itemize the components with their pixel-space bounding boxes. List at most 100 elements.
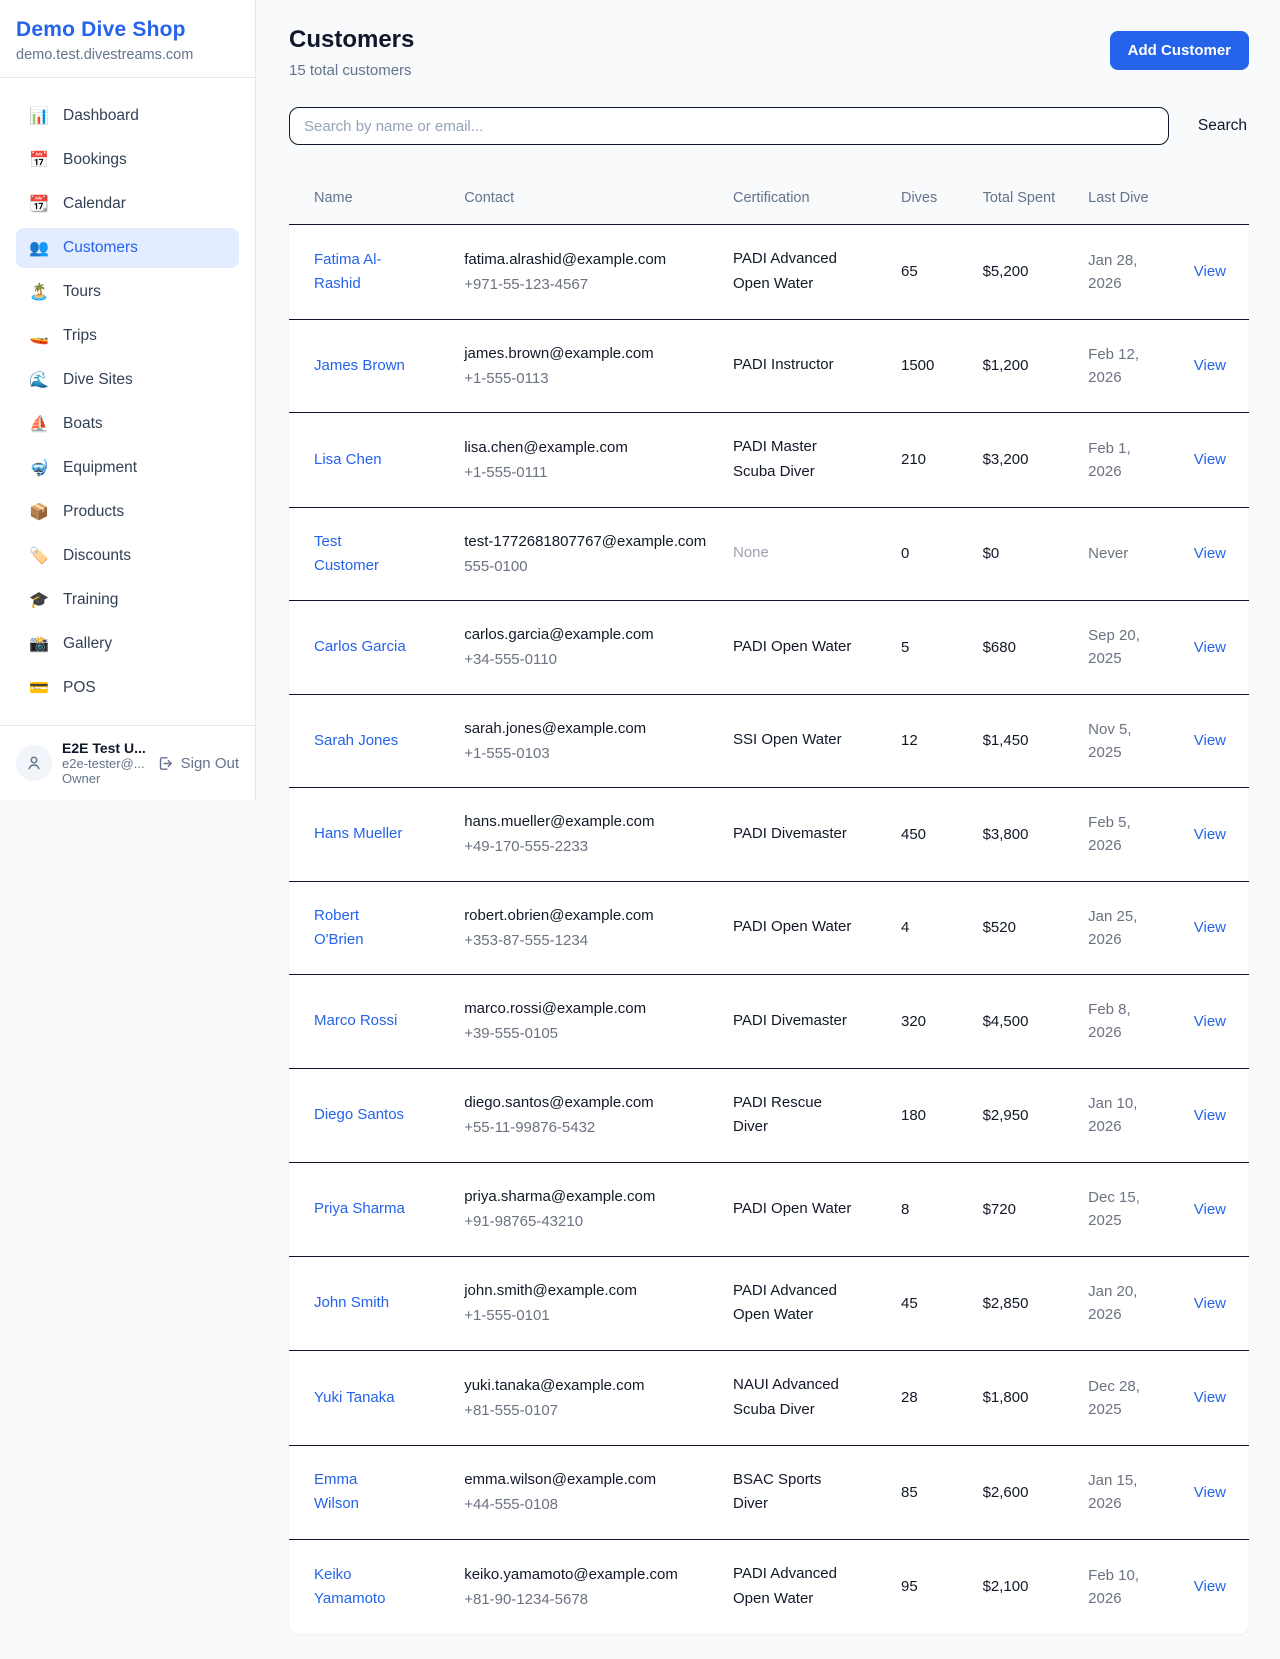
user-icon: [25, 754, 43, 772]
sidebar-item-dive-sites[interactable]: 🌊 Dive Sites: [16, 360, 239, 400]
customer-name-link[interactable]: Keiko Yamamoto: [314, 1563, 406, 1611]
customer-email: lisa.chen@example.com: [464, 436, 709, 459]
user-email: e2e-tester@...: [62, 756, 147, 771]
customer-last-dive: Feb 12, 2026: [1088, 343, 1158, 390]
tear-off-calendar-icon: 📆: [28, 194, 50, 214]
sidebar-footer: E2E Test U... e2e-tester@... Owner Sign …: [0, 725, 255, 800]
view-link[interactable]: View: [1194, 919, 1226, 936]
customer-name-link[interactable]: Robert O'Brien: [314, 904, 406, 952]
customer-last-dive: Jan 20, 2026: [1088, 1280, 1158, 1327]
customer-last-dive: Feb 10, 2026: [1088, 1564, 1158, 1611]
view-link[interactable]: View: [1194, 1295, 1226, 1312]
search-button[interactable]: Search: [1196, 109, 1249, 143]
table-row: John Smith john.smith@example.com +1-555…: [289, 1256, 1249, 1351]
customer-email: robert.obrien@example.com: [464, 904, 709, 927]
view-link[interactable]: View: [1194, 1484, 1226, 1501]
view-link[interactable]: View: [1194, 1013, 1226, 1030]
sidebar-item-dashboard[interactable]: 📊 Dashboard: [16, 96, 239, 136]
package-icon: 📦: [28, 502, 50, 522]
customer-certification: PADI Advanced Open Water: [733, 1279, 853, 1329]
customer-phone: +39-555-0105: [464, 1022, 709, 1045]
customer-total-spent: $1,200: [971, 319, 1077, 413]
page-header: Customers 15 total customers Add Custome…: [289, 26, 1249, 79]
view-link[interactable]: View: [1194, 545, 1226, 562]
view-link[interactable]: View: [1194, 1389, 1226, 1406]
sidebar-item-training[interactable]: 🎓 Training: [16, 580, 239, 620]
customer-total-spent: $680: [971, 601, 1077, 695]
customer-certification: PADI Divemaster: [733, 1009, 847, 1034]
customer-dives: 4: [889, 881, 971, 975]
sidebar-item-calendar[interactable]: 📆 Calendar: [16, 184, 239, 224]
customer-name-link[interactable]: Fatima Al-Rashid: [314, 248, 406, 296]
customer-name-link[interactable]: Yuki Tanaka: [314, 1386, 395, 1410]
sidebar-item-boats[interactable]: ⛵ Boats: [16, 404, 239, 444]
customer-name-link[interactable]: Carlos Garcia: [314, 635, 406, 659]
customer-name-link[interactable]: James Brown: [314, 354, 405, 378]
customer-name-link[interactable]: Diego Santos: [314, 1103, 404, 1127]
customer-phone: +353-87-555-1234: [464, 929, 709, 952]
sidebar-item-discounts[interactable]: 🏷️ Discounts: [16, 536, 239, 576]
table-row: Marco Rossi marco.rossi@example.com +39-…: [289, 975, 1249, 1069]
customer-dives: 28: [889, 1351, 971, 1446]
customer-name-link[interactable]: Sarah Jones: [314, 729, 398, 753]
sidebar-item-pos[interactable]: 💳 POS: [16, 668, 239, 708]
shop-domain: demo.test.divestreams.com: [16, 47, 239, 63]
view-link[interactable]: View: [1194, 451, 1226, 468]
view-link[interactable]: View: [1194, 1201, 1226, 1218]
customer-email: carlos.garcia@example.com: [464, 623, 709, 646]
logout-icon: [157, 755, 174, 772]
user-info: E2E Test U... e2e-tester@... Owner: [62, 740, 147, 786]
customer-name-link[interactable]: Marco Rossi: [314, 1009, 397, 1033]
page-title: Customers: [289, 26, 414, 54]
view-link[interactable]: View: [1194, 826, 1226, 843]
customer-total-spent: $4,500: [971, 975, 1077, 1069]
wave-icon: 🌊: [28, 370, 50, 390]
sidebar-item-customers[interactable]: 👥 Customers: [16, 228, 239, 268]
add-customer-button[interactable]: Add Customer: [1110, 31, 1249, 70]
search-input[interactable]: [289, 107, 1169, 145]
table-row: Hans Mueller hans.mueller@example.com +4…: [289, 788, 1249, 882]
sidebar-item-trips[interactable]: 🚤 Trips: [16, 316, 239, 356]
customer-phone: +91-98765-43210: [464, 1210, 709, 1233]
customer-email: emma.wilson@example.com: [464, 1468, 709, 1491]
table-row: Sarah Jones sarah.jones@example.com +1-5…: [289, 694, 1249, 788]
sidebar-item-equipment[interactable]: 🤿 Equipment: [16, 448, 239, 488]
customer-dives: 65: [889, 225, 971, 320]
customer-name-link[interactable]: Hans Mueller: [314, 822, 402, 846]
table-row: Emma Wilson emma.wilson@example.com +44-…: [289, 1445, 1249, 1540]
view-link[interactable]: View: [1194, 639, 1226, 656]
customer-name-link[interactable]: Emma Wilson: [314, 1468, 406, 1516]
customer-certification: PADI Advanced Open Water: [733, 247, 853, 297]
view-link[interactable]: View: [1194, 1107, 1226, 1124]
customer-phone: +55-11-99876-5432: [464, 1116, 709, 1139]
sidebar-item-gallery[interactable]: 📸 Gallery: [16, 624, 239, 664]
sidebar-item-products[interactable]: 📦 Products: [16, 492, 239, 532]
customer-name-link[interactable]: Priya Sharma: [314, 1197, 405, 1221]
column-header-actions: [1182, 173, 1249, 225]
sign-out-button[interactable]: Sign Out: [157, 755, 239, 772]
view-link[interactable]: View: [1194, 263, 1226, 280]
column-header-certification: Certification: [721, 173, 889, 225]
sidebar-nav: 📊 Dashboard 📅 Bookings 📆 Calendar 👥 Cust…: [0, 78, 255, 725]
customer-dives: 12: [889, 694, 971, 788]
view-link[interactable]: View: [1194, 357, 1226, 374]
customer-total-spent: $1,800: [971, 1351, 1077, 1446]
column-header-contact: Contact: [452, 173, 721, 225]
table-row: Carlos Garcia carlos.garcia@example.com …: [289, 601, 1249, 695]
customer-name-link[interactable]: Lisa Chen: [314, 448, 382, 472]
view-link[interactable]: View: [1194, 732, 1226, 749]
sidebar-item-tours[interactable]: 🏝️ Tours: [16, 272, 239, 312]
table-row: Keiko Yamamoto keiko.yamamoto@example.co…: [289, 1540, 1249, 1634]
customer-name-link[interactable]: John Smith: [314, 1291, 389, 1315]
sidebar-item-bookings[interactable]: 📅 Bookings: [16, 140, 239, 180]
customer-phone: +1-555-0113: [464, 367, 709, 390]
customer-email: james.brown@example.com: [464, 342, 709, 365]
customer-dives: 85: [889, 1445, 971, 1540]
island-icon: 🏝️: [28, 282, 50, 302]
customer-email: test-1772681807767@example.com: [464, 530, 709, 553]
customer-last-dive: Nov 5, 2025: [1088, 718, 1158, 765]
view-link[interactable]: View: [1194, 1578, 1226, 1595]
customer-dives: 1500: [889, 319, 971, 413]
customer-email: john.smith@example.com: [464, 1279, 709, 1302]
customer-name-link[interactable]: Test Customer: [314, 530, 406, 578]
